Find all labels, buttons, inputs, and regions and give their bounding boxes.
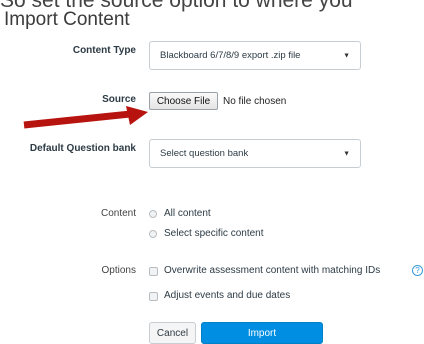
question-bank-select[interactable]: Select question bank ▼ — [149, 139, 361, 168]
annotation-arrow-icon — [23, 106, 148, 129]
question-bank-label: Default Question bank — [29, 143, 136, 154]
checkbox-adjust-dates-label: Adjust events and due dates — [164, 290, 291, 301]
import-button[interactable]: Import — [201, 322, 323, 344]
radio-all-content[interactable] — [149, 210, 157, 218]
dropdown-arrow-icon: ▼ — [343, 150, 350, 157]
page-title: Import Content — [4, 9, 130, 30]
help-icon[interactable]: ? — [412, 265, 423, 276]
content-label: Content — [100, 208, 136, 219]
checkbox-adjust-dates[interactable] — [149, 292, 158, 301]
options-label: Options — [101, 265, 136, 276]
cancel-button[interactable]: Cancel — [149, 322, 196, 344]
content-type-label: Content Type — [72, 45, 136, 56]
dropdown-arrow-icon: ▼ — [343, 52, 350, 59]
radio-specific-content-label: Select specific content — [164, 228, 264, 239]
file-status-text: No file chosen — [223, 96, 287, 107]
content-type-value: Blackboard 6/7/8/9 export .zip file — [160, 50, 301, 61]
content-type-select[interactable]: Blackboard 6/7/8/9 export .zip file ▼ — [149, 41, 361, 70]
checkbox-overwrite-ids-label: Overwrite assessment content with matchi… — [164, 265, 381, 276]
radio-specific-content[interactable] — [149, 230, 157, 238]
checkbox-overwrite-ids[interactable] — [149, 267, 158, 276]
question-bank-placeholder: Select question bank — [160, 148, 249, 159]
radio-all-content-label: All content — [164, 208, 211, 219]
choose-file-button[interactable]: Choose File — [149, 92, 218, 110]
